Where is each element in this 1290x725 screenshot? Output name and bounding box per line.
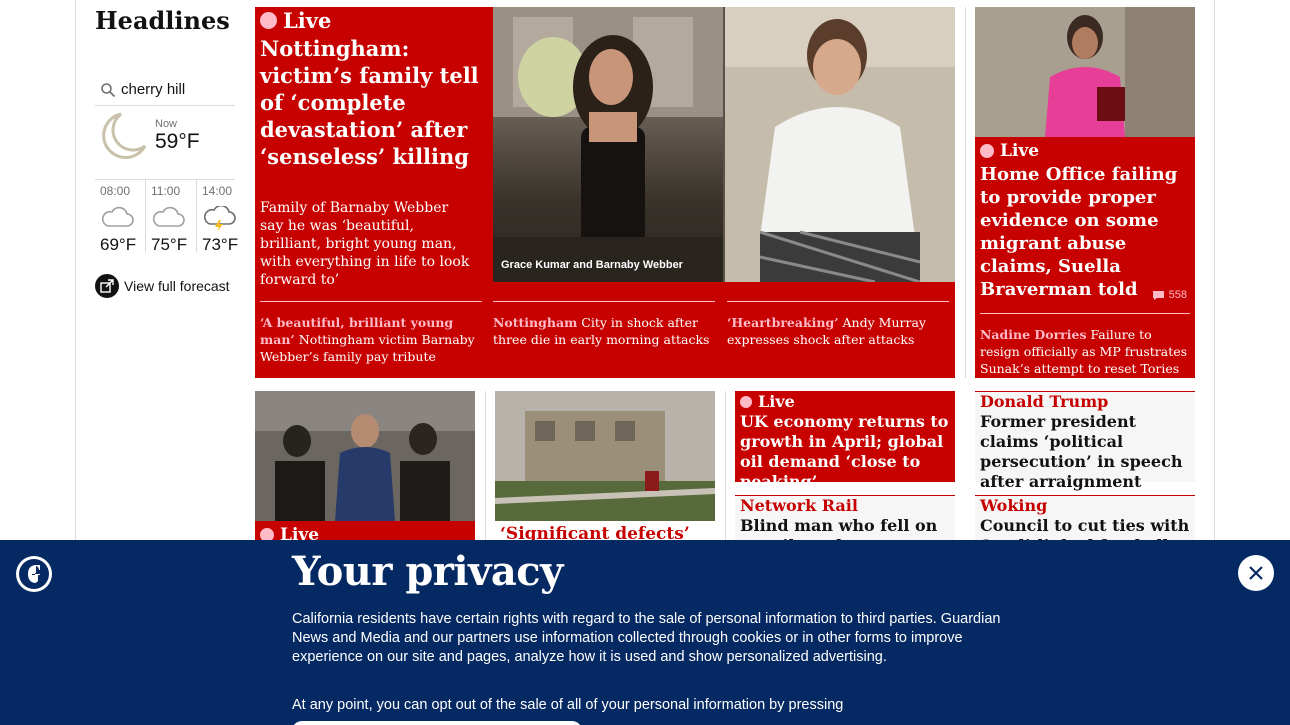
live-label: Live [1000,141,1040,161]
story-kicker: Woking [980,496,1048,515]
story-card[interactable]: Woking Council to cut ties with Saudi-li… [975,495,1195,575]
section-title: Headlines [95,6,230,35]
story-card[interactable]: Network Rail Blind man who fell on to ra… [735,495,955,575]
main-story-photo[interactable]: Grace Kumar and Barnaby Webber [493,7,955,282]
right-story-photo [975,7,1195,137]
story-card[interactable]: ‘Significant defects’ [494,391,716,544]
search-icon [95,82,121,98]
external-link-icon [95,274,119,298]
close-button[interactable] [1238,555,1274,591]
weather-hour-temp: 69°F [100,235,137,254]
live-label: Live [283,8,332,33]
weather-hour-time: 11:00 [151,184,181,198]
weather-hour-temp: 73°F [202,235,239,254]
related-kicker: ‘Heartbreaking’ [727,315,839,330]
privacy-body: California residents have certain rights… [292,611,1001,665]
weather-hourly: 08:00 69°F 11:00 75°F 14:00 73°F [95,180,239,254]
column-divider [725,391,726,541]
story-card[interactable]: Live UK economy returns to growth in Apr… [735,391,955,491]
live-dot-icon [260,12,277,29]
related-link[interactable]: ‘A beautiful, brilliant young man’ Notti… [260,301,482,365]
privacy-title: Your privacy [292,548,563,595]
live-dot-icon [980,144,994,158]
weather-hour: 11:00 75°F [146,180,197,254]
story-card[interactable]: Live [255,391,475,545]
story-headline[interactable]: UK economy returns to growth in April; g… [740,412,952,492]
story-photo [255,391,475,521]
live-badge: Live [980,141,1039,161]
weather-hour-time: 08:00 [100,184,131,198]
guardian-logo-icon [16,556,52,592]
privacy-action-button[interactable] [292,721,582,725]
main-story-headline[interactable]: Nottingham: victim’s family tell of ‘com… [260,35,485,170]
comment-count-value: 558 [1168,289,1187,301]
weather-hour: 08:00 69°F [95,180,146,254]
related-link[interactable]: Nottingham City in shock after three die… [493,301,715,348]
related-kicker: Nottingham [493,315,578,330]
main-story-card[interactable]: Live Nottingham: victim’s family tell of… [255,7,955,378]
story-kicker: Donald Trump [980,392,1109,411]
story-card[interactable]: Donald Trump Former president claims ‘po… [975,391,1195,491]
main-story-standfirst: Family of Barnaby Webber say he was ‘bea… [260,200,470,288]
live-badge: Live [740,392,795,411]
thunderstorm-icon [202,204,236,237]
privacy-body-optout: At any point, you can opt out of the sal… [292,697,844,713]
photo-barnaby-webber [725,7,955,282]
comment-count[interactable]: 558 [1152,289,1187,301]
weather-now-temp: 59°F [155,130,200,153]
related-kicker: Nadine Dorries [980,327,1087,342]
right-story-card[interactable]: Live Home Office failing to provide prop… [975,7,1195,378]
live-dot-icon [740,395,752,408]
weather-location-search[interactable]: cherry hill [95,74,235,106]
moon-icon [95,112,147,165]
weather-hour: 14:00 73°F [197,180,239,254]
related-link[interactable]: ‘Heartbreaking’ Andy Murray expresses sh… [727,301,949,348]
live-label: Live [758,392,795,411]
cloud-icon [100,206,134,233]
story-headline[interactable]: Former president claims ‘political perse… [980,412,1192,492]
privacy-banner: Your privacy California residents have c… [0,540,1290,725]
weather-now-label: Now [155,118,178,130]
right-story-headline[interactable]: Home Office failing to provide proper ev… [980,163,1190,301]
column-divider [965,7,966,378]
view-forecast-label[interactable]: View full forecast [124,278,230,294]
cloud-icon [151,206,185,233]
weather-hour-temp: 75°F [151,235,188,254]
weather-location[interactable]: cherry hill [121,81,185,98]
photo-grace-kumar [493,7,723,282]
weather-now: Now 59°F [95,112,235,180]
close-icon [1249,566,1263,580]
related-link[interactable]: Nadine Dorries Failure to resign officia… [980,313,1190,377]
weather-hour-time: 14:00 [202,184,233,198]
story-kicker: Network Rail [740,496,858,515]
column-divider [485,391,486,541]
photo-caption: Grace Kumar and Barnaby Webber [501,259,683,271]
live-badge: Live [260,8,331,33]
comment-icon [1152,290,1164,300]
story-photo [494,391,716,521]
view-forecast-link[interactable]: View full forecast [95,274,230,298]
